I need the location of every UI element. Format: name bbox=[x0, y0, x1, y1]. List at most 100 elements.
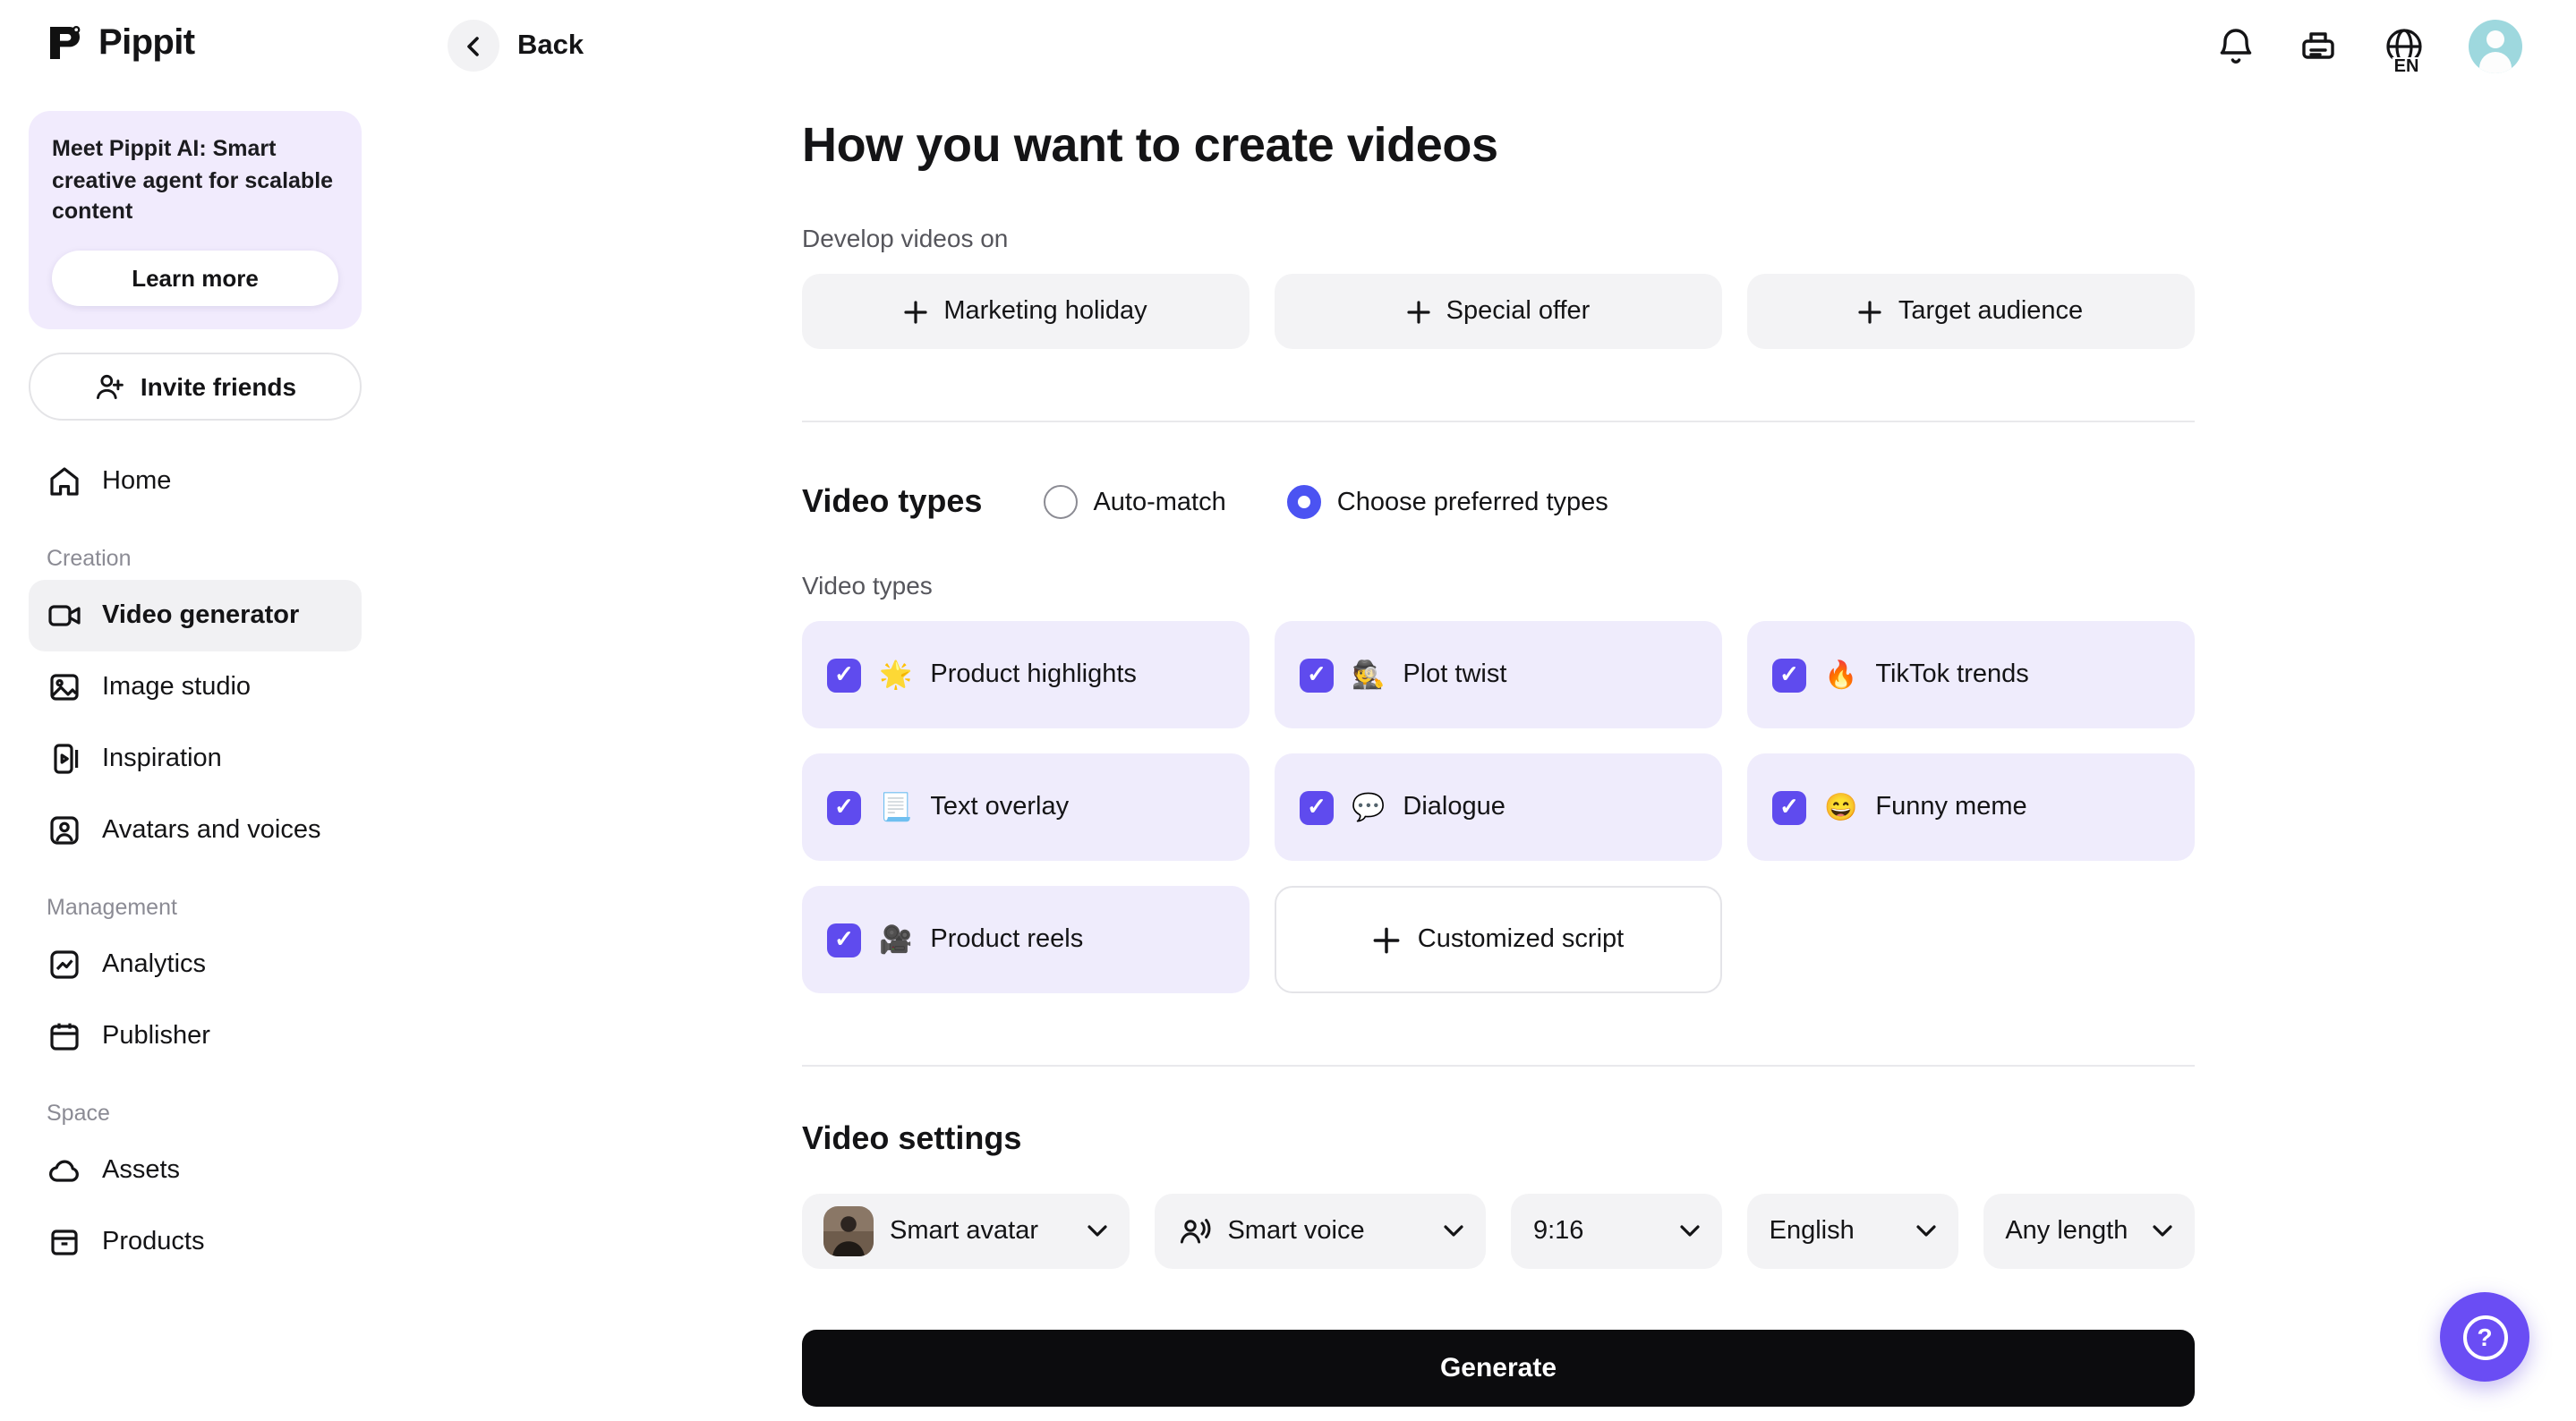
sidebar-item-home[interactable]: Home bbox=[29, 445, 362, 516]
type-label: Dialogue bbox=[1403, 793, 1506, 821]
sidebar-item-products[interactable]: Products bbox=[29, 1205, 362, 1277]
checkbox-checked-icon[interactable]: ✓ bbox=[1300, 790, 1334, 824]
type-card-funny-meme[interactable]: ✓ 😄 Funny meme bbox=[1747, 753, 2195, 861]
content-column: How you want to create videos Develop vi… bbox=[802, 118, 2195, 1407]
type-card-plot-twist[interactable]: ✓ 🕵️ Plot twist bbox=[1275, 621, 1722, 728]
sidebar-item-assets[interactable]: Assets bbox=[29, 1134, 362, 1205]
smart-avatar-dropdown[interactable]: Smart avatar bbox=[802, 1194, 1129, 1269]
checkbox-checked-icon[interactable]: ✓ bbox=[827, 790, 861, 824]
image-icon bbox=[47, 668, 82, 704]
chevron-left-icon bbox=[448, 20, 499, 72]
type-label: Funny meme bbox=[1875, 793, 2026, 821]
type-emoji: 🎥 bbox=[879, 923, 912, 956]
home-icon bbox=[47, 463, 82, 498]
sidebar-nav: Home Creation Video generator Image stud… bbox=[29, 445, 362, 1277]
radio-auto-match[interactable]: Auto-match bbox=[1043, 485, 1225, 519]
user-avatar[interactable] bbox=[2469, 20, 2522, 73]
radio-label: Choose preferred types bbox=[1337, 488, 1608, 516]
chevron-down-icon bbox=[1086, 1224, 1107, 1238]
sidebar: Meet Pippit AI: Smart creative agent for… bbox=[0, 93, 390, 1421]
dropdown-value: Smart avatar bbox=[890, 1217, 1038, 1246]
question-mark-icon: ? bbox=[2462, 1315, 2507, 1359]
dropdown-value: English bbox=[1770, 1217, 1855, 1246]
video-settings-heading: Video settings bbox=[802, 1120, 2195, 1158]
sidebar-item-label: Video generator bbox=[102, 600, 299, 629]
add-target-audience-button[interactable]: Target audience bbox=[1747, 274, 2195, 349]
back-label: Back bbox=[517, 30, 584, 62]
type-card-dialogue[interactable]: ✓ 💬 Dialogue bbox=[1275, 753, 1722, 861]
customized-script-label: Customized script bbox=[1418, 925, 1624, 954]
voice-icon bbox=[1175, 1213, 1211, 1249]
chevron-down-icon bbox=[1680, 1224, 1702, 1238]
type-card-product-highlights[interactable]: ✓ 🌟 Product highlights bbox=[802, 621, 1250, 728]
logo-wordmark: Pippit bbox=[98, 22, 195, 64]
plus-icon bbox=[1859, 300, 1882, 323]
video-types-sublabel: Video types bbox=[802, 571, 2195, 600]
notifications-bell-icon[interactable] bbox=[2214, 25, 2257, 68]
pippit-logo-icon bbox=[43, 21, 86, 64]
radio-choose-preferred[interactable]: Choose preferred types bbox=[1287, 485, 1608, 519]
smart-voice-dropdown[interactable]: Smart voice bbox=[1154, 1194, 1486, 1269]
generate-button[interactable]: Generate bbox=[802, 1330, 2195, 1407]
sidebar-item-image-studio[interactable]: Image studio bbox=[29, 651, 362, 722]
dropdown-value: Any length bbox=[2005, 1217, 2128, 1246]
add-special-offer-button[interactable]: Special offer bbox=[1275, 274, 1722, 349]
page-title: How you want to create videos bbox=[802, 118, 2195, 174]
main-area: How you want to create videos Develop vi… bbox=[390, 93, 2576, 1421]
type-card-product-reels[interactable]: ✓ 🎥 Product reels bbox=[802, 886, 1250, 993]
cloud-icon bbox=[47, 1152, 82, 1187]
type-label: Product highlights bbox=[930, 660, 1137, 689]
video-settings-row: Smart avatar Smart voice 9:16 English bbox=[802, 1194, 2195, 1269]
printer-queue-icon[interactable] bbox=[2297, 25, 2340, 68]
analytics-chart-icon bbox=[47, 946, 82, 982]
type-card-tiktok-trends[interactable]: ✓ 🔥 TikTok trends bbox=[1747, 621, 2195, 728]
sidebar-item-label: Home bbox=[102, 466, 171, 495]
video-types-radio-group: Auto-match Choose preferred types bbox=[1043, 485, 1608, 519]
add-marketing-holiday-button[interactable]: Marketing holiday bbox=[802, 274, 1250, 349]
sidebar-item-analytics[interactable]: Analytics bbox=[29, 928, 362, 1000]
type-label: Product reels bbox=[930, 925, 1083, 954]
customized-script-button[interactable]: Customized script bbox=[1275, 886, 1722, 993]
type-card-text-overlay[interactable]: ✓ 📃 Text overlay bbox=[802, 753, 1250, 861]
promo-text: Meet Pippit AI: Smart creative agent for… bbox=[52, 134, 338, 228]
pippit-logo[interactable]: Pippit bbox=[43, 21, 195, 64]
package-icon bbox=[47, 1223, 82, 1259]
invite-friends-button[interactable]: Invite friends bbox=[29, 352, 362, 420]
checkbox-checked-icon[interactable]: ✓ bbox=[1772, 658, 1806, 692]
avatar-thumbnail bbox=[823, 1206, 874, 1256]
type-label: TikTok trends bbox=[1875, 660, 2028, 689]
help-button[interactable]: ? bbox=[2440, 1292, 2529, 1382]
type-emoji: 🔥 bbox=[1824, 659, 1857, 691]
back-button[interactable]: Back bbox=[448, 20, 584, 72]
checkbox-checked-icon[interactable]: ✓ bbox=[1300, 658, 1334, 692]
language-selector[interactable]: EN bbox=[2379, 18, 2429, 75]
sidebar-item-publisher[interactable]: Publisher bbox=[29, 1000, 362, 1071]
language-dropdown[interactable]: English bbox=[1748, 1194, 1959, 1269]
radio-unselected-icon bbox=[1043, 485, 1077, 519]
aspect-ratio-dropdown[interactable]: 9:16 bbox=[1512, 1194, 1723, 1269]
develop-options-row: Marketing holiday Special offer Target a… bbox=[802, 274, 2195, 349]
topbar-actions: EN bbox=[2214, 0, 2522, 93]
section-label-management: Management bbox=[47, 894, 362, 919]
sidebar-item-avatars-voices[interactable]: Avatars and voices bbox=[29, 794, 362, 865]
sidebar-item-video-generator[interactable]: Video generator bbox=[29, 579, 362, 651]
invite-person-icon bbox=[94, 370, 126, 402]
checkbox-checked-icon[interactable]: ✓ bbox=[827, 923, 861, 957]
type-label: Text overlay bbox=[930, 793, 1069, 821]
checkbox-checked-icon[interactable]: ✓ bbox=[827, 658, 861, 692]
language-code: EN bbox=[2393, 57, 2421, 77]
sidebar-item-inspiration[interactable]: Inspiration bbox=[29, 722, 362, 794]
video-type-grid: ✓ 🌟 Product highlights ✓ 🕵️ Plot twist ✓… bbox=[802, 621, 2195, 993]
checkbox-checked-icon[interactable]: ✓ bbox=[1772, 790, 1806, 824]
sidebar-item-label: Assets bbox=[102, 1155, 180, 1184]
learn-more-button[interactable]: Learn more bbox=[52, 250, 338, 305]
type-emoji: 🕵️ bbox=[1352, 659, 1385, 691]
sidebar-item-label: Inspiration bbox=[102, 744, 222, 772]
type-emoji: 📃 bbox=[879, 791, 912, 823]
length-dropdown[interactable]: Any length bbox=[1983, 1194, 2195, 1269]
sidebar-item-label: Publisher bbox=[102, 1021, 210, 1050]
plus-icon bbox=[1373, 926, 1400, 953]
option-label: Target audience bbox=[1898, 297, 2083, 326]
type-emoji: 💬 bbox=[1352, 791, 1385, 823]
video-types-heading: Video types bbox=[802, 483, 982, 521]
